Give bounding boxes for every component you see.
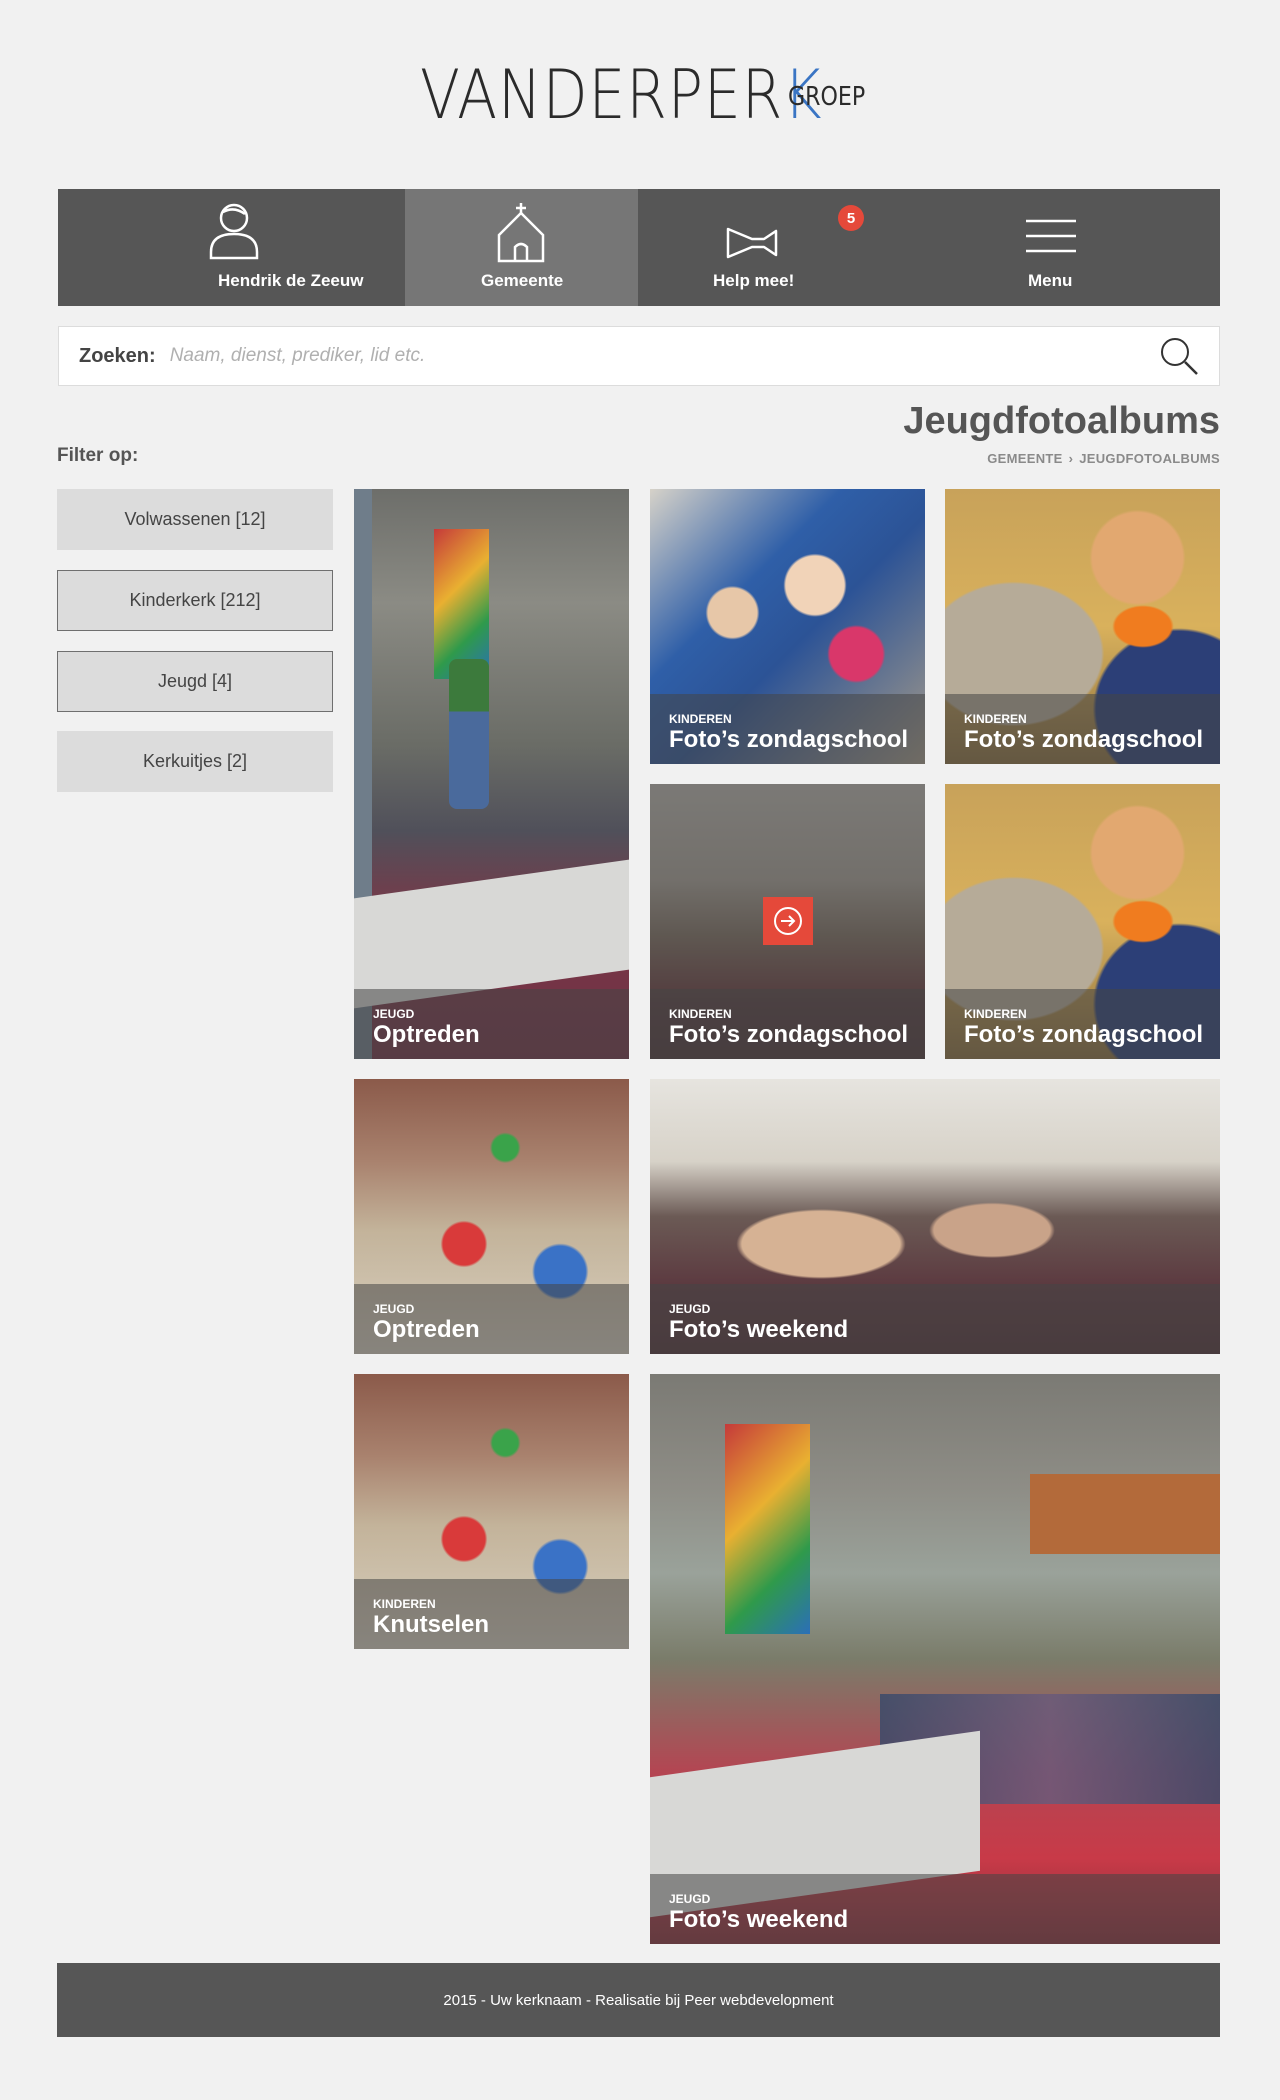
album-title: Foto’s zondagschool [964,726,1204,753]
album-category: JEUGD [669,1892,711,1906]
nav-label: Menu [1028,271,1073,290]
album-title: Foto’s zondagschool [669,726,909,753]
filter-kinderkerk[interactable]: Kinderkerk [212] [57,570,333,631]
main-nav: Hendrik de Zeeuw Gemeente 5 Help mee! Me… [58,189,1220,306]
breadcrumb-item: JEUGDFOTOALBUMS [1079,451,1220,466]
nav-item-help[interactable]: 5 Help mee! [638,189,870,306]
open-album-button[interactable] [763,897,813,945]
album-tile[interactable]: KINDEREN Foto’s zondagschool [650,784,925,1059]
logo-subtitle: GROEP [788,82,866,112]
album-tile[interactable]: KINDEREN Knutselen [354,1374,629,1649]
album-tile[interactable]: KINDEREN Foto’s zondagschool [650,489,925,764]
page-title: Jeugdfotoalbums [903,400,1220,442]
album-tile[interactable]: JEUGD Foto’s weekend [650,1374,1220,1944]
album-category: JEUGD [373,1302,415,1316]
filter-label: Filter op: [57,445,139,466]
nav-item-gemeente[interactable]: Gemeente [405,189,638,306]
footer-text: 2015 - Uw kerknaam - Realisatie bij Peer… [443,1991,834,2009]
search-bar: Zoeken: [58,326,1220,386]
notification-badge: 5 [838,205,864,231]
album-category: JEUGD [373,1007,415,1021]
filter-jeugd[interactable]: Jeugd [4] [57,651,333,712]
nav-item-profile[interactable]: Hendrik de Zeeuw [58,189,403,306]
church-icon [497,203,545,263]
album-category: KINDEREN [669,712,732,726]
album-title: Foto’s weekend [669,1316,849,1343]
album-title: Optreden [373,1021,480,1048]
album-title: Foto’s weekend [669,1906,849,1933]
album-category: KINDEREN [373,1597,436,1611]
breadcrumb-separator: › [1068,451,1074,466]
nav-label: Hendrik de Zeeuw [218,271,364,290]
album-tile[interactable]: KINDEREN Foto’s zondagschool [945,784,1220,1059]
filter-volwassenen[interactable]: Volwassenen [12] [57,489,333,550]
album-photo [354,489,629,1059]
album-tile[interactable]: JEUGD Optreden [354,1079,629,1354]
album-tile[interactable]: KINDEREN Foto’s zondagschool [945,489,1220,764]
megaphone-icon [726,227,778,259]
user-icon [209,203,259,260]
album-category: KINDEREN [964,712,1027,726]
nav-label: Help mee! [713,271,795,290]
search-icon[interactable] [1159,336,1199,376]
nav-item-menu[interactable]: Menu [870,189,1220,306]
album-title: Optreden [373,1316,480,1343]
album-tile[interactable]: JEUGD Foto’s weekend [650,1079,1220,1354]
arrow-right-circle-icon [774,907,802,935]
logo-wordmark: VANDERPERK [420,56,823,135]
breadcrumb-item[interactable]: GEMEENTE [987,451,1062,466]
album-category: KINDEREN [669,1007,732,1021]
album-category: KINDEREN [964,1007,1027,1021]
album-title: Foto’s zondagschool [964,1021,1204,1048]
breadcrumb: GEMEENTE › JEUGDFOTOALBUMS [987,451,1220,466]
album-category: JEUGD [669,1302,711,1316]
logo[interactable]: VANDERPERK GROEP [420,58,888,130]
search-label: Zoeken: [79,344,156,367]
hamburger-menu-icon [1026,219,1076,253]
album-title: Knutselen [373,1611,490,1638]
album-photo [650,1374,1220,1944]
footer: 2015 - Uw kerknaam - Realisatie bij Peer… [57,1963,1220,2037]
album-title: Foto’s zondagschool [669,1021,909,1048]
album-tile[interactable]: JEUGD Optreden [354,489,629,1059]
nav-label: Gemeente [481,271,564,290]
filter-kerkuitjes[interactable]: Kerkuitjes [2] [57,731,333,792]
search-input[interactable] [169,345,1159,367]
